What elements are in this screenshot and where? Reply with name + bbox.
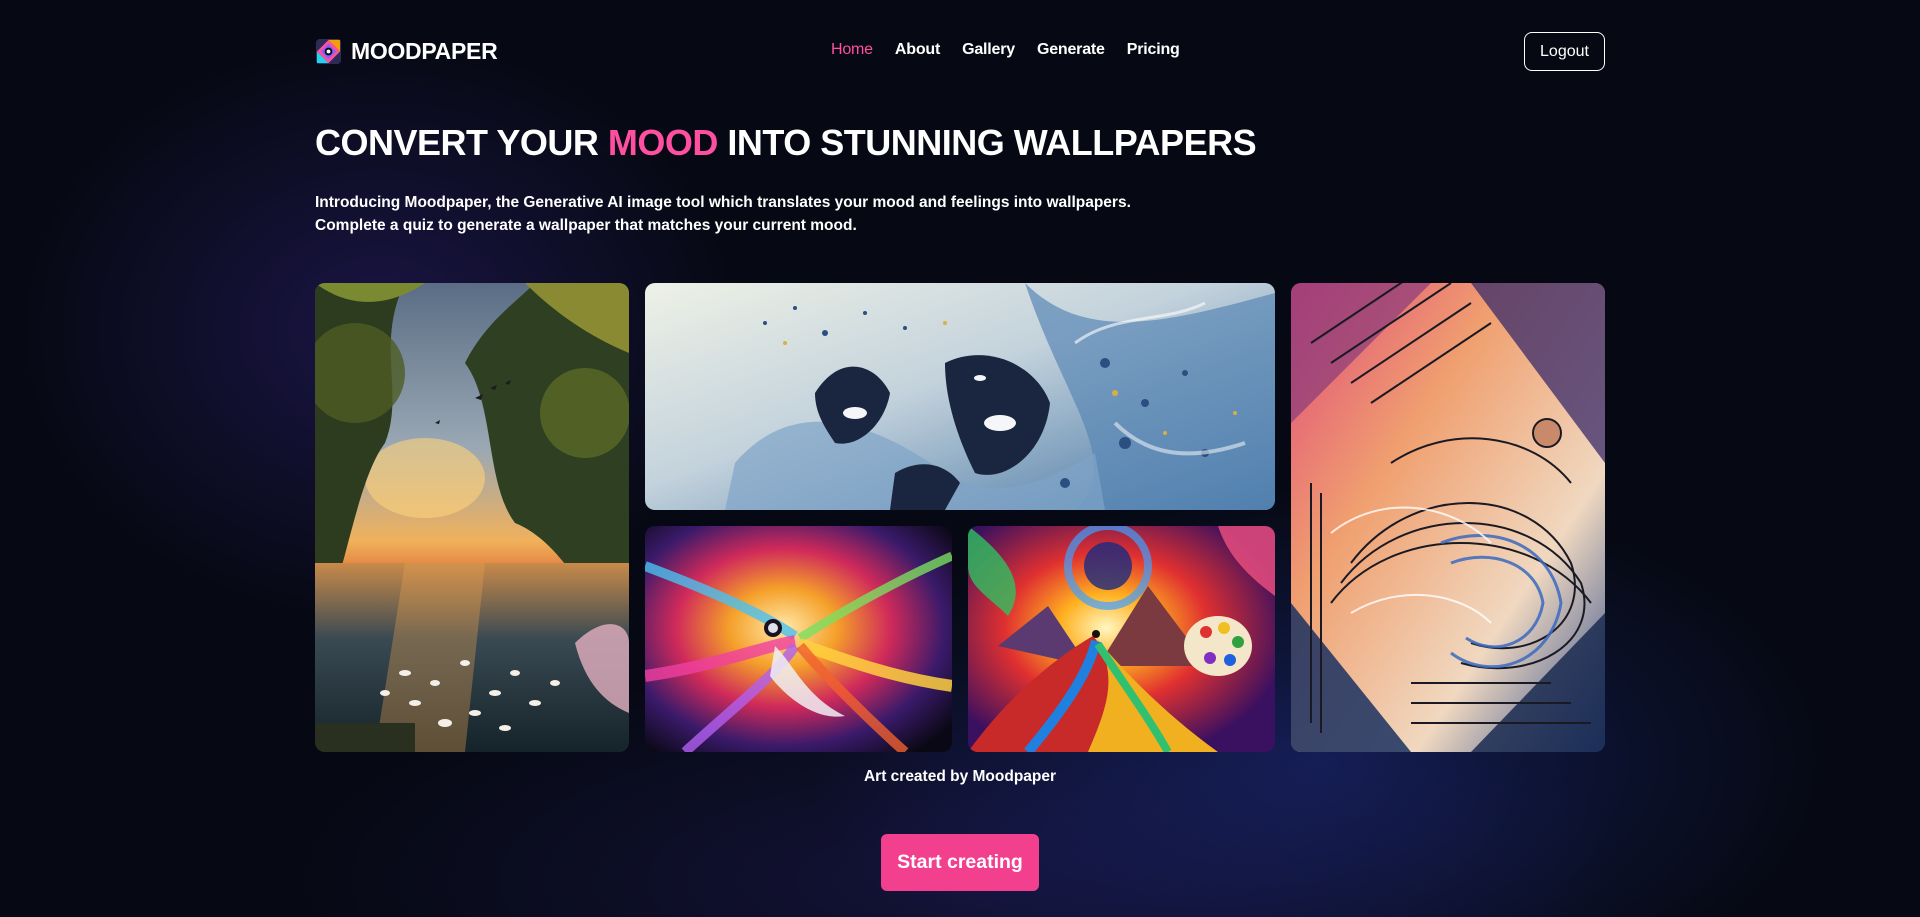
- gallery-caption: Art created by Moodpaper: [863, 768, 1057, 785]
- intro-line-2: Complete a quiz to generate a wallpaper …: [315, 217, 857, 234]
- hero-title: CONVERT YOUR MOOD INTO STUNNING WALLPAPE…: [315, 122, 1257, 164]
- site-header: MOODPAPER Home About Gallery Generate Pr…: [315, 32, 1605, 72]
- hero-title-start: CONVERT YOUR: [315, 122, 599, 163]
- nav-home[interactable]: Home: [831, 41, 873, 59]
- art-gallery: [315, 283, 1605, 752]
- logout-button[interactable]: Logout: [1524, 32, 1605, 71]
- gallery-image-color-explosion: [645, 526, 952, 752]
- gallery-image-forest-lake: [315, 283, 629, 752]
- hero-title-accent: MOOD: [607, 122, 719, 163]
- nav-gallery[interactable]: Gallery: [962, 41, 1015, 59]
- page-container: MOODPAPER Home About Gallery Generate Pr…: [315, 0, 1605, 917]
- nav-pricing[interactable]: Pricing: [1127, 41, 1180, 59]
- nav-generate[interactable]: Generate: [1037, 41, 1105, 59]
- start-creating-button[interactable]: Start creating: [881, 834, 1039, 891]
- moodpaper-logo-icon: [315, 38, 342, 65]
- main-nav: Home About Gallery Generate Pricing: [831, 41, 1180, 59]
- intro-line-1: Introducing Moodpaper, the Generative AI…: [315, 194, 1131, 211]
- gallery-image-mountain-sunburst: [968, 526, 1275, 752]
- hero-title-end: INTO STUNNING WALLPAPERS: [727, 122, 1257, 163]
- brand[interactable]: MOODPAPER: [315, 38, 498, 65]
- brand-name: MOODPAPER: [351, 38, 498, 64]
- gallery-image-orcas: [645, 283, 1275, 510]
- intro-text: Introducing Moodpaper, the Generative AI…: [315, 191, 1131, 237]
- nav-about[interactable]: About: [895, 41, 940, 59]
- gallery-image-geometric-swirls: [1291, 283, 1605, 752]
